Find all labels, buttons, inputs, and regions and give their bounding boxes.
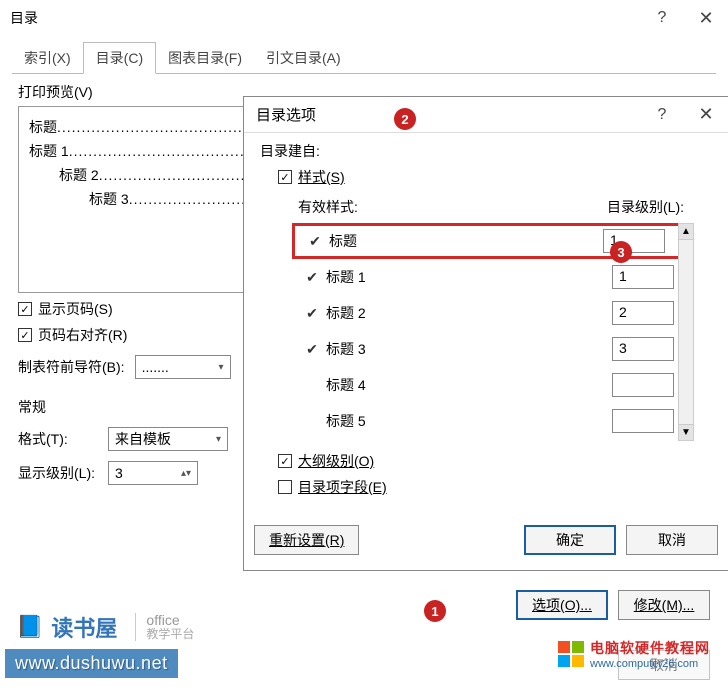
scroll-up-icon[interactable]: ▲: [679, 224, 693, 240]
tab-toc[interactable]: 目录(C): [83, 42, 156, 74]
dialog1-close-button[interactable]: ✕: [684, 0, 728, 36]
dialog2-close-button[interactable]: ✕: [684, 97, 728, 133]
toc-level-input[interactable]: [612, 409, 674, 433]
leader-char-label: 制表符前导符(B):: [18, 357, 125, 377]
check-icon: ✔: [298, 269, 326, 286]
annotation-badge-2: 2: [394, 108, 416, 130]
dialog1-lower-buttons: 选项(O)... 修改(M)...: [516, 590, 710, 620]
style-name: 标题 1: [326, 267, 612, 287]
outline-levels-label: 大纲级别(O): [298, 451, 374, 471]
style-name: 标题: [329, 231, 603, 251]
outline-levels-checkbox[interactable]: ✓ 大纲级别(O): [278, 451, 712, 471]
watermark-brand: 读书屋: [51, 611, 117, 643]
column-headers: 有效样式: 目录级别(L):: [298, 197, 712, 217]
preview-heading: 标题 2: [59, 165, 99, 185]
leader-char-select[interactable]: ....... ▾: [135, 355, 231, 379]
format-label: 格式(T):: [18, 429, 108, 449]
format-value: 来自模板: [115, 429, 171, 449]
watermark-url: www.dushuwu.net: [5, 649, 178, 678]
show-levels-value: 3: [115, 465, 123, 481]
book-icon: 📘: [16, 614, 43, 640]
toc-entry-fields-checkbox[interactable]: 目录项字段(E): [278, 477, 712, 497]
style-row-heading[interactable]: ✔ 标题 1: [292, 223, 694, 259]
styles-section: ✓ 样式(S) 有效样式: 目录级别(L): ✔ 标题 1 ✔ 标题 1 1: [278, 167, 712, 441]
dialog2-body: 目录建自: ✓ 样式(S) 有效样式: 目录级别(L): ✔ 标题 1 ✔ 标题…: [244, 133, 728, 511]
check-icon: ✔: [298, 341, 326, 358]
dialog2-buttons: 重新设置(R) 确定 取消: [254, 525, 718, 555]
build-from-label: 目录建自:: [260, 141, 712, 161]
tab-index[interactable]: 索引(X): [12, 43, 83, 73]
checkbox-checked-icon: ✓: [18, 328, 32, 342]
dialog1-titlebar: 目录 ? ✕: [0, 0, 728, 36]
toc-level-header: 目录级别(L):: [607, 197, 684, 217]
dialog2-titlebar: 目录选项 ? ✕: [244, 97, 728, 133]
preview-heading: 标题 3: [89, 189, 129, 209]
toc-entry-fields-label: 目录项字段(E): [298, 477, 387, 497]
toc-level-input[interactable]: [612, 373, 674, 397]
preview-heading: 标题: [29, 117, 57, 137]
toc-options-dialog: 目录选项 ? ✕ 目录建自: ✓ 样式(S) 有效样式: 目录级别(L): ✔ …: [243, 96, 728, 571]
preview-heading: 标题 1: [29, 141, 69, 161]
dialog2-help-button[interactable]: ?: [640, 97, 684, 133]
reset-button[interactable]: 重新设置(R): [254, 525, 359, 555]
checkbox-checked-icon: ✓: [18, 302, 32, 316]
toc-level-input[interactable]: 2: [612, 301, 674, 325]
style-name: 标题 2: [326, 303, 612, 323]
style-row[interactable]: 标题 5: [298, 403, 694, 439]
scrollbar[interactable]: ▲ ▼: [678, 223, 694, 441]
right-align-label: 页码右对齐(R): [38, 325, 127, 345]
watermark2-url: www.computer26.com: [590, 658, 710, 670]
windows-logo-icon: [558, 641, 584, 667]
format-select[interactable]: 来自模板 ▾: [108, 427, 228, 451]
style-row[interactable]: ✔ 标题 2 2: [298, 295, 694, 331]
annotation-badge-1: 1: [424, 600, 446, 622]
dialog1-title: 目录: [10, 8, 640, 28]
style-name: 标题 5: [326, 411, 612, 431]
modify-button[interactable]: 修改(M)...: [618, 590, 710, 620]
checkbox-checked-icon: ✓: [278, 454, 292, 468]
watermark2-title: 电脑软硬件教程网: [590, 638, 710, 658]
toc-level-input[interactable]: 1: [612, 265, 674, 289]
style-row[interactable]: ✔ 标题 3 3: [298, 331, 694, 367]
cancel-button[interactable]: 取消: [626, 525, 718, 555]
toc-level-input[interactable]: 3: [612, 337, 674, 361]
annotation-badge-3: 3: [610, 241, 632, 263]
scroll-down-icon[interactable]: ▼: [679, 424, 693, 440]
style-name: 标题 4: [326, 375, 612, 395]
check-icon: ✔: [301, 233, 329, 250]
styles-checkbox[interactable]: ✓ 样式(S): [278, 167, 712, 187]
style-row[interactable]: 标题 4: [298, 367, 694, 403]
style-list: ✔ 标题 1 ✔ 标题 1 1 ✔ 标题 2 2 ✔ 标题 3 3: [278, 223, 712, 441]
options-button[interactable]: 选项(O)...: [516, 590, 608, 620]
dialog1-tabs: 索引(X) 目录(C) 图表目录(F) 引文目录(A): [12, 42, 716, 74]
dialog2-title: 目录选项: [256, 104, 640, 125]
chevron-down-icon: ▾: [216, 434, 221, 445]
watermark-office: office 教学平台: [135, 613, 194, 642]
dialog1-help-button[interactable]: ?: [640, 0, 684, 36]
show-levels-spinner[interactable]: 3 ▴▾: [108, 461, 198, 485]
tab-citation-toc[interactable]: 引文目录(A): [254, 43, 353, 73]
chevron-down-icon: ▾: [219, 362, 224, 373]
style-name: 标题 3: [326, 339, 612, 359]
spinner-icon: ▴▾: [181, 468, 191, 479]
watermark-computer26: 电脑软硬件教程网 www.computer26.com: [558, 638, 710, 670]
styles-label: 样式(S): [298, 167, 345, 187]
tab-figure-toc[interactable]: 图表目录(F): [156, 43, 254, 73]
valid-styles-header: 有效样式:: [298, 197, 607, 217]
show-page-numbers-label: 显示页码(S): [38, 299, 113, 319]
show-levels-label: 显示级别(L):: [18, 463, 108, 483]
checkbox-checked-icon: ✓: [278, 170, 292, 184]
watermark-dushuwu: 📘 读书屋 office 教学平台: [16, 611, 194, 643]
style-row[interactable]: ✔ 标题 1 1: [298, 259, 694, 295]
ok-button[interactable]: 确定: [524, 525, 616, 555]
leader-char-value: .......: [142, 359, 169, 375]
checkbox-unchecked-icon: [278, 480, 292, 494]
check-icon: ✔: [298, 305, 326, 322]
